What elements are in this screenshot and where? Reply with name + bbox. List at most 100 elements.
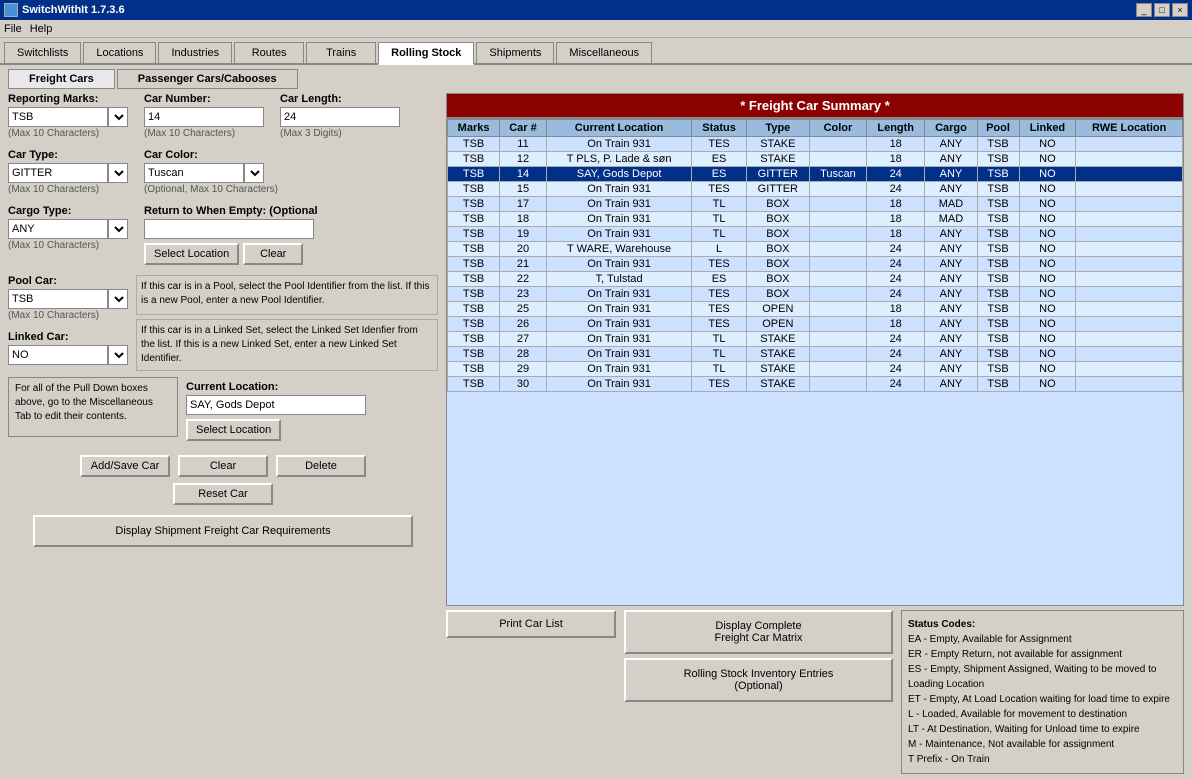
- table-cell: ANY: [925, 377, 977, 392]
- maximize-button[interactable]: □: [1154, 3, 1170, 17]
- clear-button-2[interactable]: Clear: [178, 455, 268, 477]
- table-cell: ANY: [925, 257, 977, 272]
- table-row[interactable]: TSB14SAY, Gods DepotESGITTERTuscan24ANYT…: [448, 167, 1183, 182]
- table-row[interactable]: TSB12T PLS, P. Lade & sønESSTAKE18ANYTSB…: [448, 152, 1183, 167]
- tab-switchlists[interactable]: Switchlists: [4, 42, 81, 63]
- table-cell: 24: [867, 272, 925, 287]
- table-cell: NO: [1019, 197, 1076, 212]
- return-when-empty-group: Return to When Empty: (Optional Select L…: [144, 205, 318, 265]
- table-cell: BOX: [746, 287, 809, 302]
- table-cell: TSB: [977, 362, 1019, 377]
- table-cell: TSB: [977, 272, 1019, 287]
- table-cell: TES: [692, 137, 746, 152]
- current-location-input[interactable]: [186, 395, 366, 415]
- tab-miscellaneous[interactable]: Miscellaneous: [556, 42, 652, 63]
- col-pool: Pool: [977, 120, 1019, 137]
- table-cell: 28: [500, 347, 547, 362]
- table-cell: 12: [500, 152, 547, 167]
- menu-help[interactable]: Help: [30, 23, 53, 35]
- car-length-input[interactable]: [280, 107, 400, 127]
- table-row[interactable]: TSB28On Train 931TLSTAKE24ANYTSBNO: [448, 347, 1183, 362]
- table-row[interactable]: TSB18On Train 931TLBOX18MADTSBNO: [448, 212, 1183, 227]
- car-type-dropdown[interactable]: [108, 163, 128, 183]
- reporting-marks-input[interactable]: [8, 107, 108, 127]
- table-row[interactable]: TSB26On Train 931TESOPEN18ANYTSBNO: [448, 317, 1183, 332]
- table-row[interactable]: TSB20T WARE, WarehouseLBOX24ANYTSBNO: [448, 242, 1183, 257]
- freight-car-table-wrapper: Marks Car # Current Location Status Type…: [446, 118, 1184, 606]
- cargo-type-input[interactable]: [8, 219, 108, 239]
- table-cell: ES: [692, 152, 746, 167]
- table-cell: 18: [867, 227, 925, 242]
- select-location-button-1[interactable]: Select Location: [144, 243, 239, 265]
- subtab-passenger-cars[interactable]: Passenger Cars/Cabooses: [117, 69, 298, 89]
- car-color-hint: (Optional, Max 10 Characters): [144, 184, 278, 195]
- tab-shipments[interactable]: Shipments: [476, 42, 554, 63]
- tab-routes[interactable]: Routes: [234, 42, 304, 63]
- linked-car-dropdown[interactable]: [108, 345, 128, 365]
- close-button[interactable]: ×: [1172, 3, 1188, 17]
- table-row[interactable]: TSB22T, TulstadESBOX24ANYTSBNO: [448, 272, 1183, 287]
- car-color-input[interactable]: [144, 163, 244, 183]
- tab-trains[interactable]: Trains: [306, 42, 376, 63]
- table-row[interactable]: TSB30On Train 931TESSTAKE24ANYTSBNO: [448, 377, 1183, 392]
- linked-car-input[interactable]: [8, 345, 108, 365]
- table-cell: TL: [692, 227, 746, 242]
- tab-industries[interactable]: Industries: [158, 42, 232, 63]
- table-row[interactable]: TSB15On Train 931TESGITTER24ANYTSBNO: [448, 182, 1183, 197]
- table-cell: [1076, 167, 1183, 182]
- car-color-dropdown[interactable]: [244, 163, 264, 183]
- table-cell: TSB: [448, 257, 500, 272]
- table-cell: 24: [867, 377, 925, 392]
- print-car-list-button[interactable]: Print Car List: [446, 610, 616, 638]
- table-cell: TES: [692, 302, 746, 317]
- clear-button-1[interactable]: Clear: [243, 243, 303, 265]
- menu-file[interactable]: File: [4, 23, 22, 35]
- table-cell: TSB: [448, 242, 500, 257]
- table-cell: On Train 931: [546, 257, 691, 272]
- car-number-group: Car Number: (Max 10 Characters): [144, 93, 264, 139]
- table-row[interactable]: TSB19On Train 931TLBOX18ANYTSBNO: [448, 227, 1183, 242]
- add-save-car-button[interactable]: Add/Save Car: [80, 455, 170, 477]
- return-when-empty-input[interactable]: [144, 219, 314, 239]
- tab-locations[interactable]: Locations: [83, 42, 156, 63]
- table-cell: 24: [867, 167, 925, 182]
- status-codes-title: Status Codes:: [908, 617, 1177, 632]
- table-cell: 18: [500, 212, 547, 227]
- display-shipment-button[interactable]: Display Shipment Freight Car Requirement…: [33, 515, 413, 547]
- reporting-marks-dropdown[interactable]: [108, 107, 128, 127]
- pool-car-input[interactable]: [8, 289, 108, 309]
- minimize-button[interactable]: _: [1136, 3, 1152, 17]
- tab-rolling-stock[interactable]: Rolling Stock: [378, 42, 474, 65]
- car-number-label: Car Number:: [144, 93, 264, 105]
- car-type-input[interactable]: [8, 163, 108, 183]
- subtab-freight-cars[interactable]: Freight Cars: [8, 69, 115, 89]
- col-linked: Linked: [1019, 120, 1076, 137]
- title-bar: SwitchWithIt 1.7.3.6 _ □ ×: [0, 0, 1192, 20]
- cargo-type-dropdown[interactable]: [108, 219, 128, 239]
- reset-car-button[interactable]: Reset Car: [173, 483, 273, 505]
- car-number-input[interactable]: [144, 107, 264, 127]
- table-row[interactable]: TSB27On Train 931TLSTAKE24ANYTSBNO: [448, 332, 1183, 347]
- table-cell: ANY: [925, 227, 977, 242]
- table-cell: [809, 287, 866, 302]
- table-cell: On Train 931: [546, 302, 691, 317]
- table-row[interactable]: TSB11On Train 931TESSTAKE18ANYTSBNO: [448, 137, 1183, 152]
- table-row[interactable]: TSB21On Train 931TESBOX24ANYTSBNO: [448, 257, 1183, 272]
- table-cell: 25: [500, 302, 547, 317]
- table-row[interactable]: TSB23On Train 931TESBOX24ANYTSBNO: [448, 287, 1183, 302]
- table-row[interactable]: TSB17On Train 931TLBOX18MADTSBNO: [448, 197, 1183, 212]
- rolling-stock-inventory-button[interactable]: Rolling Stock Inventory Entries(Optional…: [624, 658, 893, 702]
- table-cell: TES: [692, 257, 746, 272]
- table-cell: TSB: [977, 212, 1019, 227]
- table-cell: [1076, 137, 1183, 152]
- table-cell: [1076, 212, 1183, 227]
- delete-button[interactable]: Delete: [276, 455, 366, 477]
- table-cell: [1076, 227, 1183, 242]
- table-cell: [809, 317, 866, 332]
- window-controls[interactable]: _ □ ×: [1136, 3, 1188, 17]
- select-location-button-2[interactable]: Select Location: [186, 419, 281, 441]
- pool-car-dropdown[interactable]: [108, 289, 128, 309]
- table-row[interactable]: TSB29On Train 931TLSTAKE24ANYTSBNO: [448, 362, 1183, 377]
- display-freight-car-matrix-button[interactable]: Display CompleteFreight Car Matrix: [624, 610, 893, 654]
- table-row[interactable]: TSB25On Train 931TESOPEN18ANYTSBNO: [448, 302, 1183, 317]
